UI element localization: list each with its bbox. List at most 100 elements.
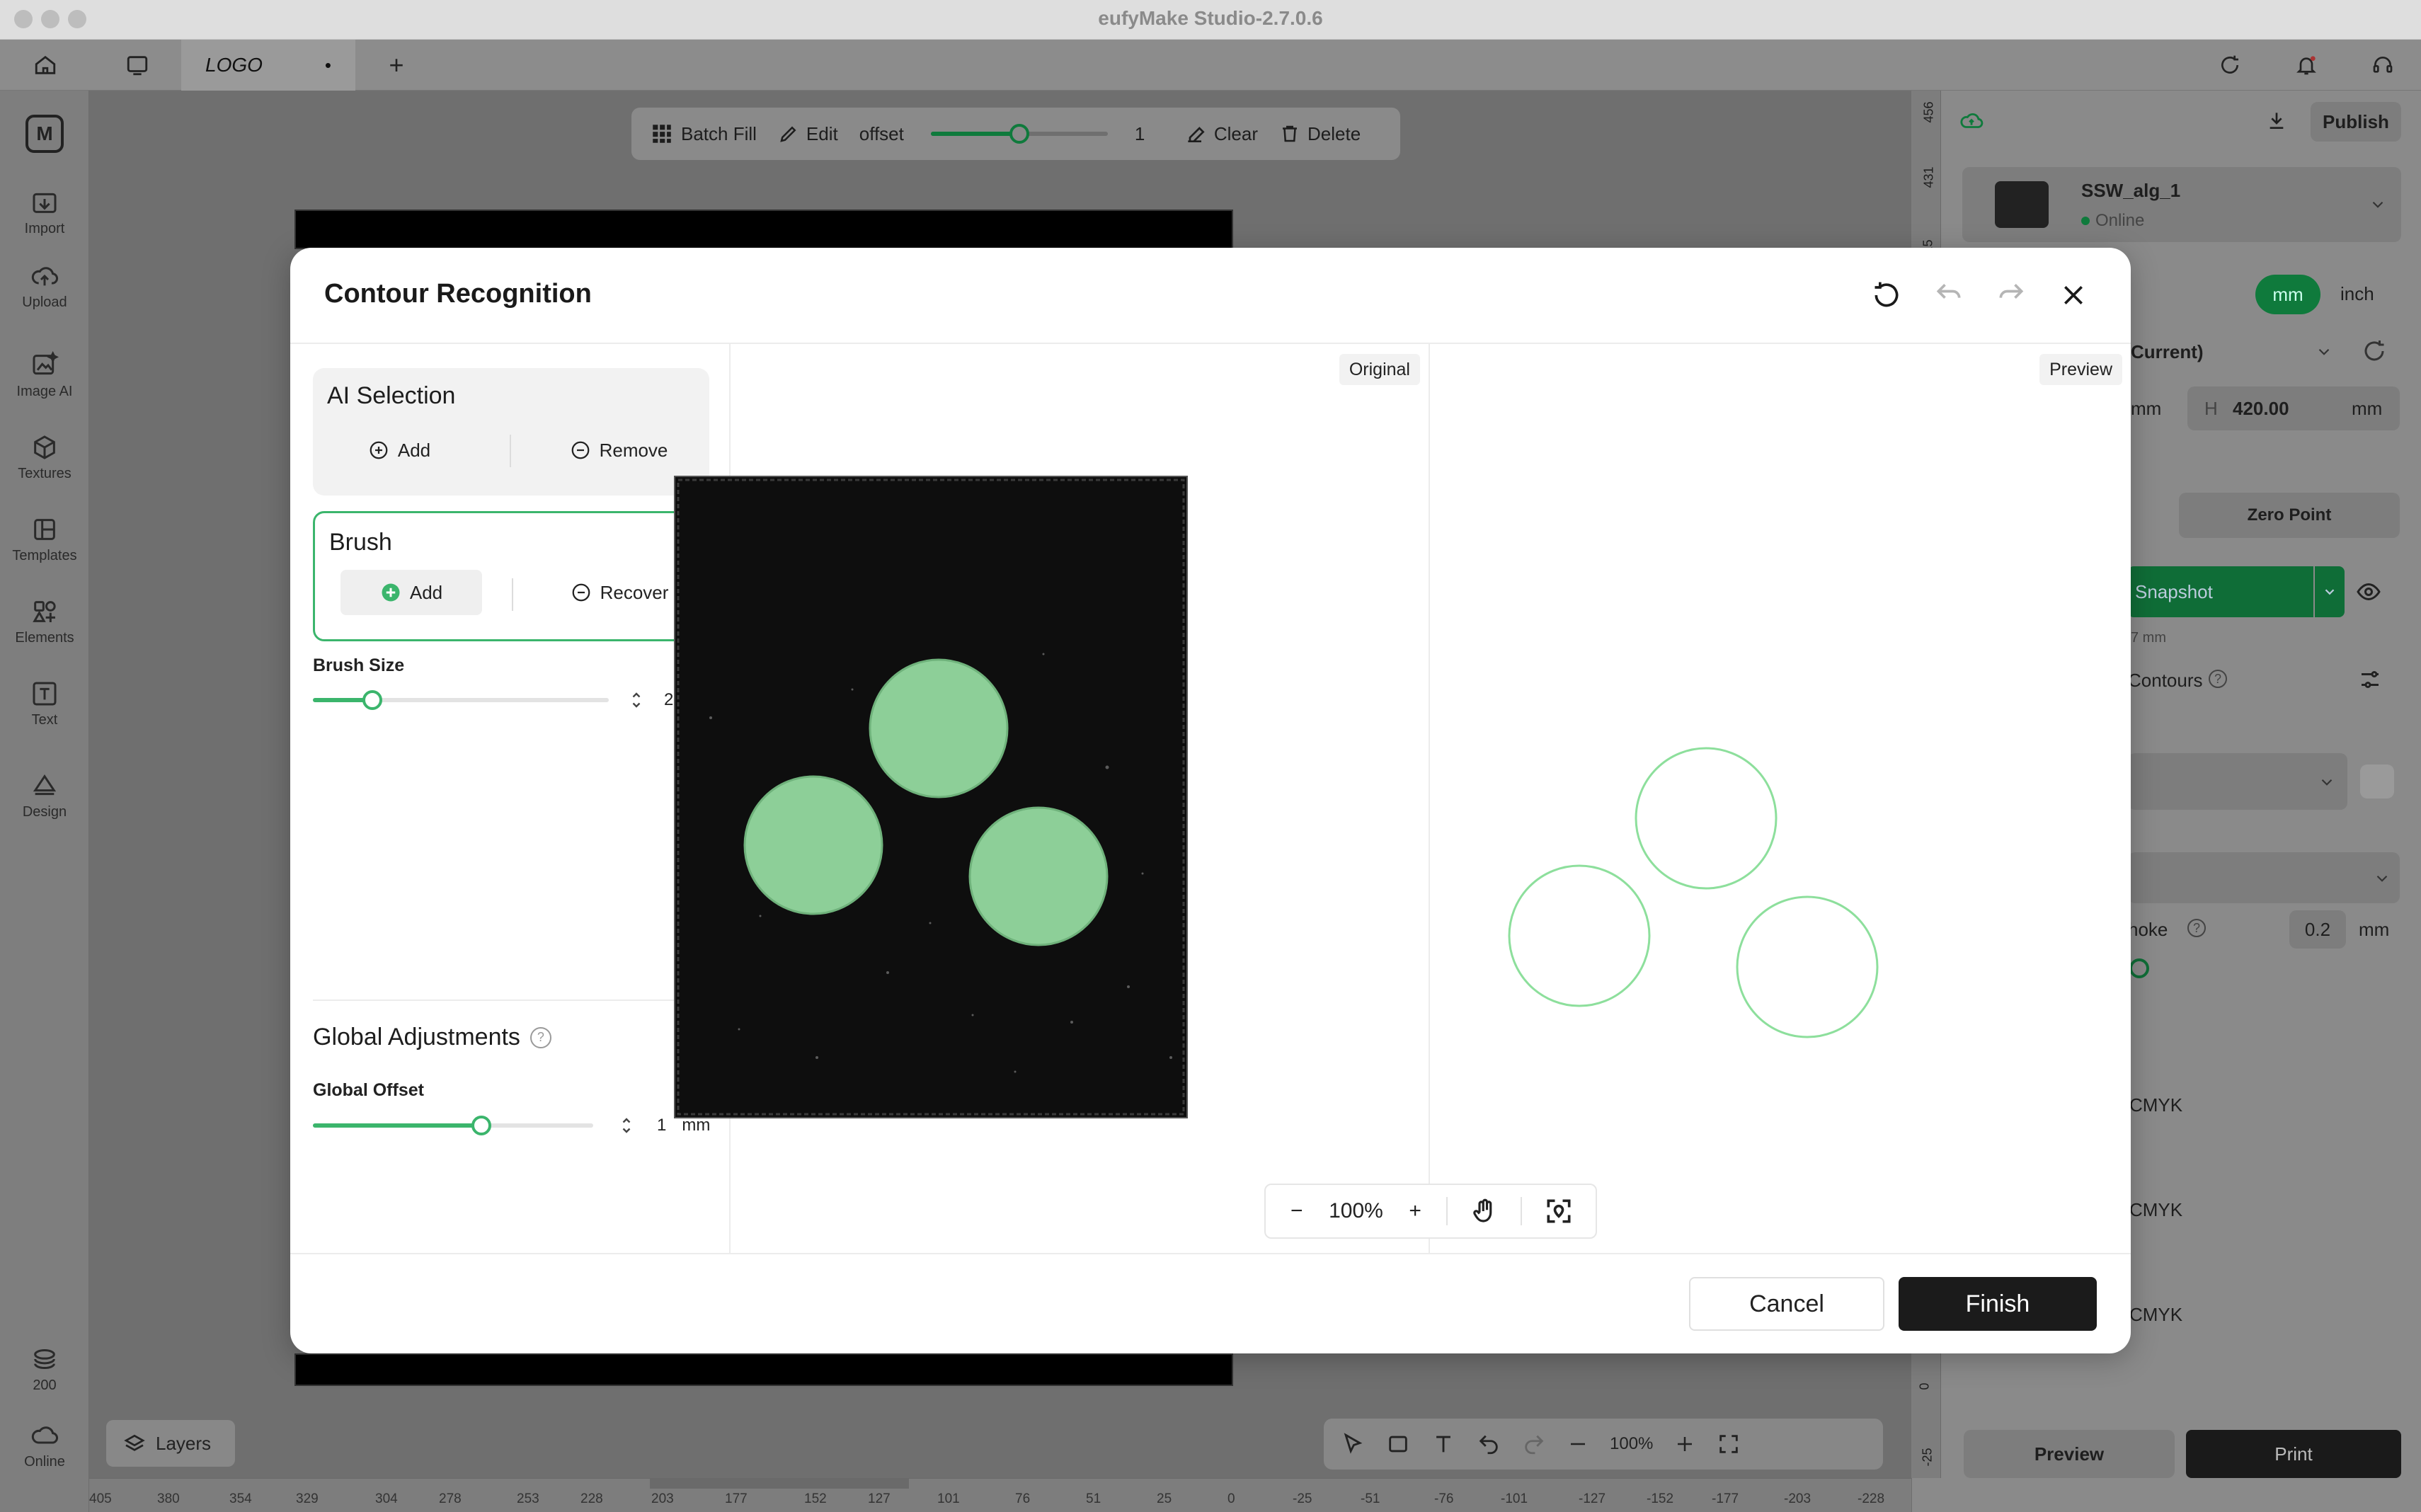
zero-point-button[interactable]: Zero Point [2179,493,2400,538]
help-icon[interactable]: ? [2209,670,2227,688]
offset-slider-handle[interactable] [1009,124,1029,144]
batch-fill-button[interactable]: Batch Fill [650,122,757,146]
cancel-button[interactable]: Cancel [1689,1277,1884,1331]
fit-locate-icon[interactable] [1522,1196,1596,1227]
preview-button[interactable]: Preview [1964,1430,2175,1478]
sidebar-item-materials[interactable]: 200 [0,1345,89,1394]
help-icon[interactable]: ? [530,1026,551,1048]
projects-icon[interactable] [118,40,157,91]
ruler-label: -228 [1858,1491,1885,1506]
ruler-label: 127 [868,1491,891,1506]
redo-icon[interactable] [1992,276,2030,314]
sidebar-item-image-ai[interactable]: Image AI [0,351,89,400]
stroke-slider-handle[interactable] [2129,958,2149,978]
preview-pane[interactable]: Preview [1430,344,2131,1253]
pencil-icon [780,126,796,142]
color-swatch[interactable] [2360,764,2394,798]
delete-button[interactable]: Delete [1279,123,1361,145]
trash-icon [1283,125,1297,142]
zoom-in-icon[interactable] [1674,1433,1695,1455]
canvas-board-bottom[interactable] [294,1353,1233,1386]
layers-button[interactable]: Layers [106,1420,235,1467]
select-arrow-icon[interactable] [1341,1432,1365,1456]
notification-bell-icon[interactable] [2286,40,2326,91]
snapshot-button[interactable]: Snapshot [2128,566,2313,617]
sidebar-item-online[interactable]: Online [0,1421,89,1470]
original-label: Original [1339,354,1420,385]
download-icon[interactable] [2265,109,2288,132]
selected-contour-right[interactable] [968,806,1109,946]
edit-button[interactable]: Edit [778,123,838,145]
finish-button[interactable]: Finish [1899,1277,2097,1331]
refresh-icon[interactable] [2210,40,2250,91]
support-headset-icon[interactable] [2363,40,2403,91]
global-adjustments-title: Global Adjustments ? [313,1024,551,1051]
brush-size-slider-handle[interactable] [362,690,382,710]
sidebar-item-templates[interactable]: Templates [0,515,89,564]
textures-icon [34,435,55,459]
sidebar-item-text[interactable]: Text [0,680,89,728]
help-icon[interactable]: ? [2187,919,2206,937]
templates-icon [34,519,55,540]
reset-icon[interactable] [1867,276,1906,314]
sidebar-item-elements[interactable]: Elements [0,597,89,646]
ruler-label: -177 [1712,1491,1739,1506]
ai-remove-button[interactable]: Remove [548,428,689,473]
undo-icon[interactable] [1477,1432,1501,1456]
material-select[interactable] [2128,753,2347,810]
hand-pan-icon[interactable] [1448,1196,1521,1226]
offset-slider[interactable] [930,124,1108,144]
zoom-out-button[interactable]: − [1266,1199,1328,1223]
sidebar-item-import[interactable]: Import [0,188,89,237]
selected-contour-left[interactable] [743,775,883,915]
home-icon[interactable] [25,40,65,91]
canvas-board[interactable] [294,210,1233,249]
brush-recover-button[interactable]: Recover [549,570,690,615]
fit-view-icon[interactable] [1717,1432,1741,1456]
stroke-input[interactable]: 0.2 [2289,910,2346,949]
zoom-out-icon[interactable] [1567,1433,1589,1455]
height-unit: mm [2352,398,2383,419]
rotate-icon[interactable] [2362,338,2387,364]
unsaved-indicator: • [324,54,332,76]
selected-contour-top[interactable] [869,658,1009,798]
unit-mm-toggle[interactable]: mm [2255,275,2320,314]
ruler-label: 152 [804,1491,827,1506]
tab-logo[interactable]: LOGO • [181,40,355,91]
design-icon [33,774,57,796]
sliders-icon[interactable] [2357,667,2383,692]
new-tab-button[interactable]: + [377,40,416,91]
height-field[interactable]: H 420.00 mm [2187,386,2400,430]
clear-button[interactable]: Clear [1184,122,1258,145]
sidebar-item-upload[interactable]: Upload [0,262,89,311]
print-button[interactable]: Print [2186,1430,2401,1478]
zoom-in-button[interactable]: + [1384,1199,1446,1223]
profile-select[interactable]: Current) [2131,341,2204,363]
snapshot-dropdown[interactable] [2315,566,2345,617]
status-dot [2081,217,2090,225]
close-icon[interactable] [2054,276,2093,314]
undo-icon[interactable] [1930,276,1968,314]
device-selector[interactable]: SSW_alg_1 Online [1962,167,2401,242]
text-tool-icon[interactable] [1431,1432,1455,1456]
device-name: SSW_alg_1 [2081,180,2181,201]
redo-icon[interactable] [1522,1432,1546,1456]
sidebar-item-textures[interactable]: Textures [0,433,89,482]
device-status: Online [2081,211,2144,231]
global-offset-slider-handle[interactable] [471,1116,491,1135]
upload-icon [31,267,58,286]
rectangle-tool-icon[interactable] [1386,1432,1410,1456]
eye-icon[interactable] [2356,579,2381,605]
global-offset-value: 1 [657,1116,667,1135]
elements-icon [33,601,56,622]
publish-button[interactable]: Publish [2311,102,2401,142]
brush-add-button[interactable]: Add [340,570,482,615]
ai-add-button[interactable]: Add [328,428,470,473]
cloud-sync-icon[interactable] [1959,109,1984,133]
sidebar-item-design[interactable]: Design [0,772,89,820]
source-photo[interactable] [674,476,1188,1118]
mode-select[interactable] [2128,852,2400,903]
window-title: eufyMake Studio-2.7.0.6 [1098,7,1323,29]
ruler-label: -152 [1647,1491,1674,1506]
unit-inch-toggle[interactable]: inch [2340,283,2374,305]
